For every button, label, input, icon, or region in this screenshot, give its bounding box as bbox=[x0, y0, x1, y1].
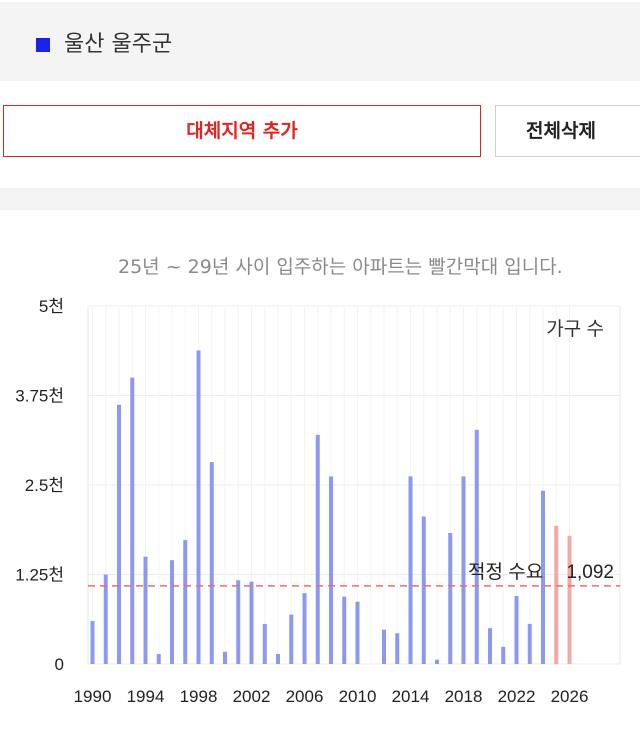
y-tick-label: 3.75천 bbox=[15, 387, 64, 406]
x-tick-label: 1998 bbox=[180, 687, 218, 706]
bar-2005 bbox=[289, 614, 294, 664]
bar-2016 bbox=[435, 659, 439, 664]
x-tick-label: 1990 bbox=[74, 687, 112, 706]
x-tick-label: 2018 bbox=[445, 687, 483, 706]
x-tick-label: 1994 bbox=[127, 687, 165, 706]
y-tick-label: 2.5천 bbox=[25, 476, 64, 495]
bar-1998 bbox=[196, 350, 201, 664]
bar-2010 bbox=[355, 601, 360, 664]
bar-2012 bbox=[382, 629, 386, 664]
bar-2000 bbox=[223, 651, 227, 664]
bar-1995 bbox=[156, 653, 161, 664]
bar-2019 bbox=[474, 429, 479, 664]
bar-1993 bbox=[130, 377, 135, 664]
bar-2008 bbox=[329, 476, 333, 664]
bar-1990 bbox=[90, 621, 95, 664]
legend-label: 가구 수 bbox=[546, 318, 604, 340]
bar-1996 bbox=[170, 560, 174, 664]
bar-2017 bbox=[448, 532, 453, 664]
bar-2014 bbox=[408, 476, 413, 664]
x-tick-label: 2014 bbox=[392, 687, 430, 706]
bar-2006 bbox=[302, 593, 307, 664]
x-tick-label: 2010 bbox=[339, 687, 377, 706]
bar-2015 bbox=[421, 516, 426, 664]
bar-2009 bbox=[342, 596, 347, 664]
bar-2021 bbox=[501, 646, 506, 664]
bar-2018 bbox=[461, 476, 466, 664]
y-tick-label: 0 bbox=[55, 655, 64, 674]
reference-value-label: 1,092 bbox=[566, 562, 614, 583]
x-tick-label: 2006 bbox=[286, 687, 324, 706]
bar-2003 bbox=[262, 623, 267, 664]
bar-2022 bbox=[514, 595, 519, 664]
bar-1991 bbox=[103, 574, 108, 664]
reference-label: 적정 수요 bbox=[468, 561, 543, 583]
bar-1994 bbox=[143, 556, 148, 664]
x-tick-label: 2022 bbox=[498, 687, 536, 706]
y-tick-label: 5천 bbox=[39, 297, 64, 316]
x-tick-label: 2002 bbox=[233, 687, 271, 706]
bar-1992 bbox=[117, 404, 121, 664]
household-supply-chart: 0 1.25천 2.5천 3.75천 5천적정 수요 1,092 가구 수 1990 1994 1… bbox=[15, 297, 621, 706]
bar-2001 bbox=[236, 580, 241, 664]
bar-2025 bbox=[554, 525, 559, 664]
bar-2004 bbox=[276, 653, 280, 664]
bar-2023 bbox=[527, 623, 532, 664]
bar-2007 bbox=[315, 434, 320, 664]
bar-2002 bbox=[249, 581, 254, 664]
bar-1999 bbox=[209, 462, 214, 664]
bar-2026 bbox=[567, 535, 572, 664]
bar-2013 bbox=[395, 633, 400, 664]
bar-1997 bbox=[183, 540, 188, 664]
y-tick-label: 1.25천 bbox=[15, 566, 64, 585]
x-tick-label: 2026 bbox=[551, 687, 589, 706]
bar-2020 bbox=[488, 628, 492, 664]
